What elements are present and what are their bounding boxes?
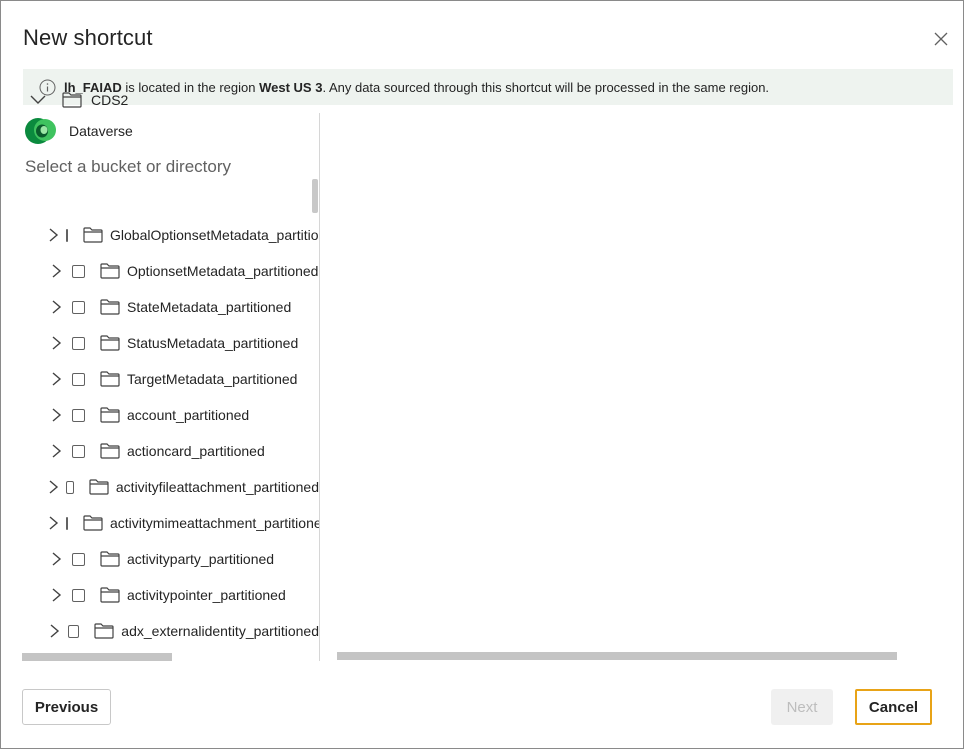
tree-item[interactable]: actioncard_partitioned bbox=[47, 439, 319, 463]
cancel-button[interactable]: Cancel bbox=[855, 689, 932, 725]
tree-item-label: activityfileattachment_partitioned bbox=[115, 479, 319, 495]
chevron-right-icon[interactable] bbox=[47, 440, 65, 462]
folder-icon bbox=[82, 225, 104, 245]
new-shortcut-dialog: New shortcut lh_FAIAD is located in the … bbox=[0, 0, 964, 749]
folder-icon bbox=[99, 441, 121, 461]
chevron-right-icon[interactable] bbox=[47, 368, 65, 390]
chevron-right-icon[interactable] bbox=[47, 476, 59, 498]
previous-button[interactable]: Previous bbox=[22, 689, 111, 725]
tree-item[interactable]: activitymimeattachment_partitioned bbox=[47, 511, 319, 535]
tree-item-label: activityparty_partitioned bbox=[127, 551, 275, 567]
chevron-right-icon[interactable] bbox=[47, 512, 59, 534]
tree-item[interactable]: activitypointer_partitioned bbox=[47, 583, 319, 607]
folder-icon bbox=[99, 297, 121, 317]
tree-item[interactable]: adx_externalidentity_partitioned bbox=[47, 619, 319, 643]
tree-vertical-scrollbar[interactable] bbox=[312, 179, 318, 213]
tree-item-checkbox[interactable] bbox=[72, 552, 85, 566]
folder-icon bbox=[82, 513, 104, 533]
tree-item-checkbox[interactable] bbox=[72, 588, 85, 602]
tree-horizontal-scrollbar[interactable] bbox=[22, 653, 172, 661]
folder-icon bbox=[99, 261, 121, 281]
chevron-right-icon[interactable] bbox=[47, 332, 65, 354]
tree-item[interactable]: OptionsetMetadata_partitioned bbox=[47, 259, 319, 283]
tree-item-label: GlobalOptionsetMetadata_partitioned bbox=[110, 227, 319, 243]
tree-item-checkbox[interactable] bbox=[72, 300, 85, 314]
folder-icon bbox=[99, 585, 121, 605]
tree-item-label: adx_externalidentity_partitioned bbox=[121, 623, 319, 639]
tree-item-checkbox[interactable] bbox=[72, 372, 85, 386]
folder-icon bbox=[88, 477, 110, 497]
tree-item[interactable]: StatusMetadata_partitioned bbox=[47, 331, 319, 355]
tree-item[interactable]: TargetMetadata_partitioned bbox=[47, 367, 319, 391]
tree-item-checkbox[interactable] bbox=[66, 516, 68, 530]
tree-item-label: TargetMetadata_partitioned bbox=[127, 371, 298, 387]
pane-divider bbox=[319, 113, 320, 661]
tree-item-checkbox[interactable] bbox=[68, 624, 80, 638]
info-text-2: . Any data sourced through this shortcut… bbox=[322, 79, 770, 95]
next-button[interactable]: Next bbox=[771, 689, 833, 725]
tree-item-checkbox[interactable] bbox=[72, 336, 85, 350]
tree-item-checkbox[interactable] bbox=[72, 264, 85, 278]
tree-item-checkbox[interactable] bbox=[66, 228, 68, 242]
folder-icon bbox=[99, 549, 121, 569]
chevron-right-icon[interactable] bbox=[47, 296, 65, 318]
tree-item-label: StatusMetadata_partitioned bbox=[127, 335, 299, 351]
folder-icon bbox=[99, 333, 121, 353]
preview-horizontal-scrollbar[interactable] bbox=[337, 652, 897, 660]
tree-item-checkbox[interactable] bbox=[72, 408, 85, 422]
tree-item-label: account_partitioned bbox=[127, 407, 250, 423]
tree-items: GlobalOptionsetMetadata_partitioned Optio… bbox=[1, 1, 319, 646]
chevron-right-icon[interactable] bbox=[47, 584, 65, 606]
tree-item-label: activitypointer_partitioned bbox=[127, 587, 286, 603]
tree-item-label: OptionsetMetadata_partitioned bbox=[127, 263, 319, 279]
folder-icon bbox=[99, 369, 121, 389]
tree-item-checkbox[interactable] bbox=[72, 444, 85, 458]
tree-item[interactable]: GlobalOptionsetMetadata_partitioned bbox=[47, 223, 319, 247]
chevron-right-icon[interactable] bbox=[47, 548, 65, 570]
tree-item[interactable]: activityfileattachment_partitioned bbox=[47, 475, 319, 499]
tree-item[interactable]: account_partitioned bbox=[47, 403, 319, 427]
tree-item-label: activitymimeattachment_partitioned bbox=[110, 515, 319, 531]
tree-item-label: actioncard_partitioned bbox=[127, 443, 265, 459]
close-button[interactable] bbox=[927, 25, 955, 53]
tree-item[interactable]: StateMetadata_partitioned bbox=[47, 295, 319, 319]
chevron-right-icon[interactable] bbox=[47, 224, 59, 246]
folder-icon bbox=[99, 405, 121, 425]
chevron-right-icon[interactable] bbox=[47, 620, 61, 642]
chevron-right-icon[interactable] bbox=[47, 404, 65, 426]
chevron-right-icon[interactable] bbox=[47, 260, 65, 282]
close-icon bbox=[934, 32, 948, 46]
tree-item-checkbox[interactable] bbox=[66, 480, 74, 494]
tree-item[interactable]: activityparty_partitioned bbox=[47, 547, 319, 571]
tree-item-label: StateMetadata_partitioned bbox=[127, 299, 292, 315]
folder-icon bbox=[93, 621, 115, 641]
